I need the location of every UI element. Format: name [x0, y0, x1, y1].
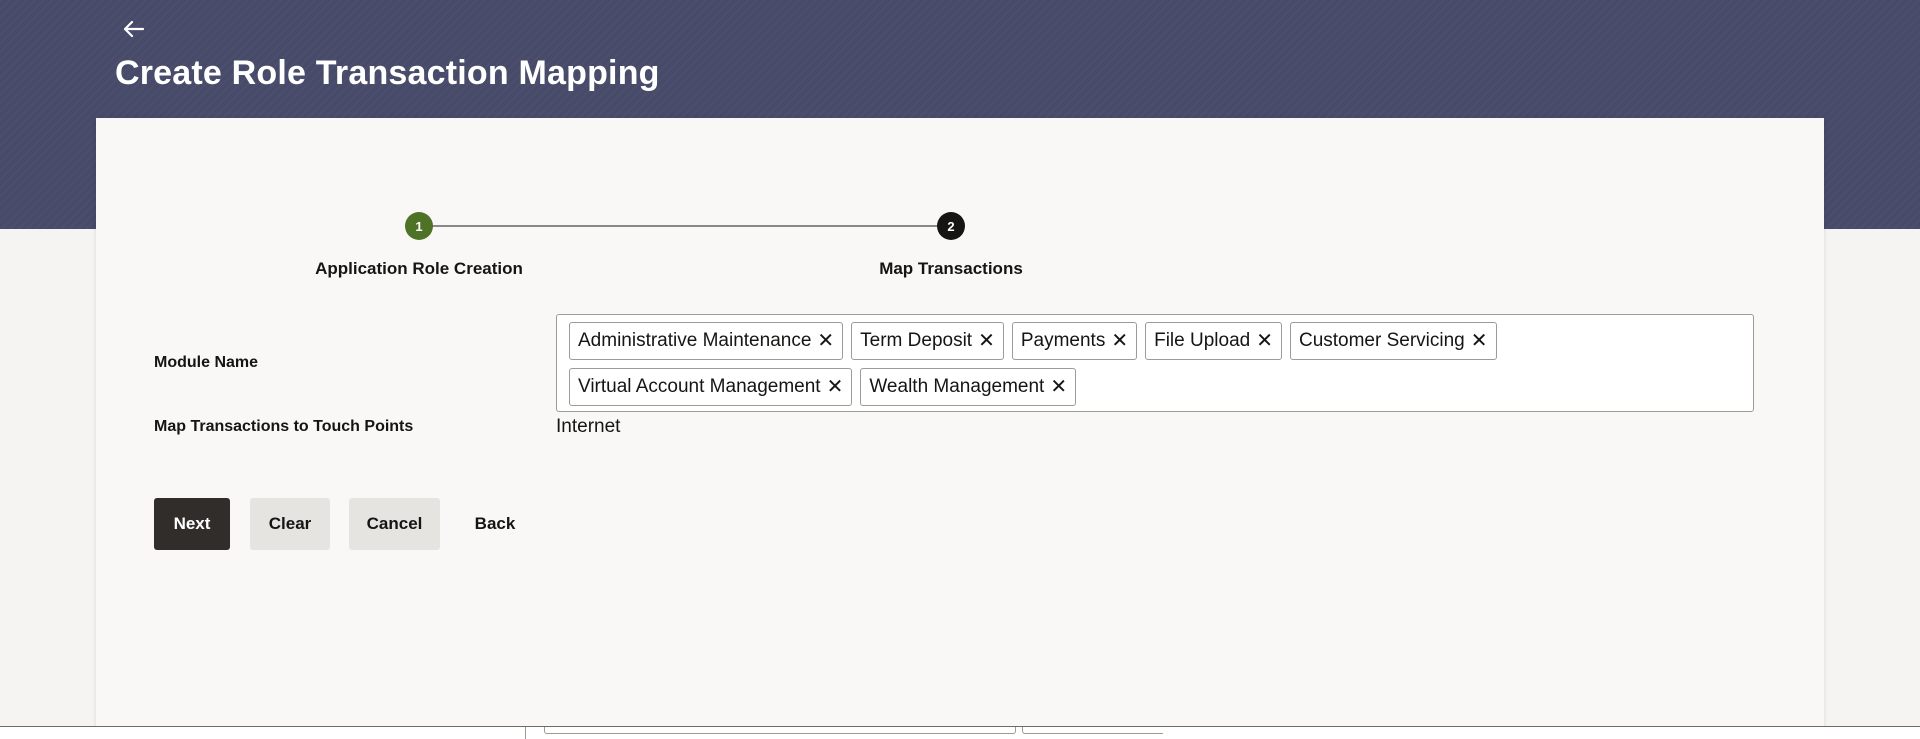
- page-title: Create Role Transaction Mapping: [115, 54, 660, 92]
- step-1-indicator: 1: [405, 212, 433, 240]
- stepper-connector: [419, 225, 951, 227]
- remove-chip-icon[interactable]: ✕: [827, 377, 844, 397]
- back-button[interactable]: Back: [462, 498, 528, 550]
- next-button[interactable]: Next: [154, 498, 230, 550]
- remove-chip-icon[interactable]: ✕: [1050, 377, 1067, 397]
- cancel-button[interactable]: Cancel: [349, 498, 440, 550]
- module-name-multiselect[interactable]: Administrative Maintenance ✕ Term Deposit ✕…: [556, 314, 1754, 412]
- module-chip-label: File Upload: [1154, 330, 1251, 351]
- module-chip: Payments ✕: [1011, 322, 1138, 360]
- module-chip: Virtual Account Management ✕: [569, 368, 853, 406]
- partial-field: [1022, 727, 1163, 734]
- module-chip-label: Term Deposit: [860, 330, 973, 351]
- partial-field: [544, 727, 1016, 734]
- touch-points-value: Internet: [556, 416, 621, 437]
- module-chip-label: Customer Servicing: [1298, 330, 1465, 351]
- step-2-indicator: 2: [937, 212, 965, 240]
- module-chip-label: Virtual Account Management: [578, 376, 821, 397]
- module-chip: Customer Servicing ✕: [1289, 322, 1497, 360]
- arrow-left-icon-svg: [123, 20, 145, 38]
- module-chip: Wealth Management ✕: [860, 368, 1077, 406]
- module-chip: Administrative Maintenance ✕: [569, 322, 844, 360]
- module-chip: File Upload ✕: [1145, 322, 1282, 360]
- module-chip: Term Deposit ✕: [851, 322, 1004, 360]
- arrow-left-icon[interactable]: [121, 16, 151, 46]
- touch-points-label: Map Transactions to Touch Points: [154, 418, 414, 435]
- module-name-label: Module Name: [154, 354, 259, 371]
- module-chip-label: Administrative Maintenance: [578, 330, 812, 351]
- step-1-label: Application Role Creation: [315, 259, 523, 278]
- step-2-label: Map Transactions: [879, 259, 1023, 278]
- divider: [525, 727, 526, 739]
- remove-chip-icon[interactable]: ✕: [978, 331, 995, 351]
- remove-chip-icon[interactable]: ✕: [1471, 331, 1488, 351]
- clear-button[interactable]: Clear: [250, 498, 330, 550]
- module-chip-label: Wealth Management: [869, 376, 1045, 397]
- remove-chip-icon[interactable]: ✕: [817, 331, 834, 351]
- module-chip-label: Payments: [1020, 330, 1106, 351]
- remove-chip-icon[interactable]: ✕: [1256, 331, 1273, 351]
- next-section-preview: [0, 726, 1920, 739]
- form-card: 1 2 Application Role Creation Map Transa…: [96, 118, 1824, 738]
- remove-chip-icon[interactable]: ✕: [1111, 331, 1128, 351]
